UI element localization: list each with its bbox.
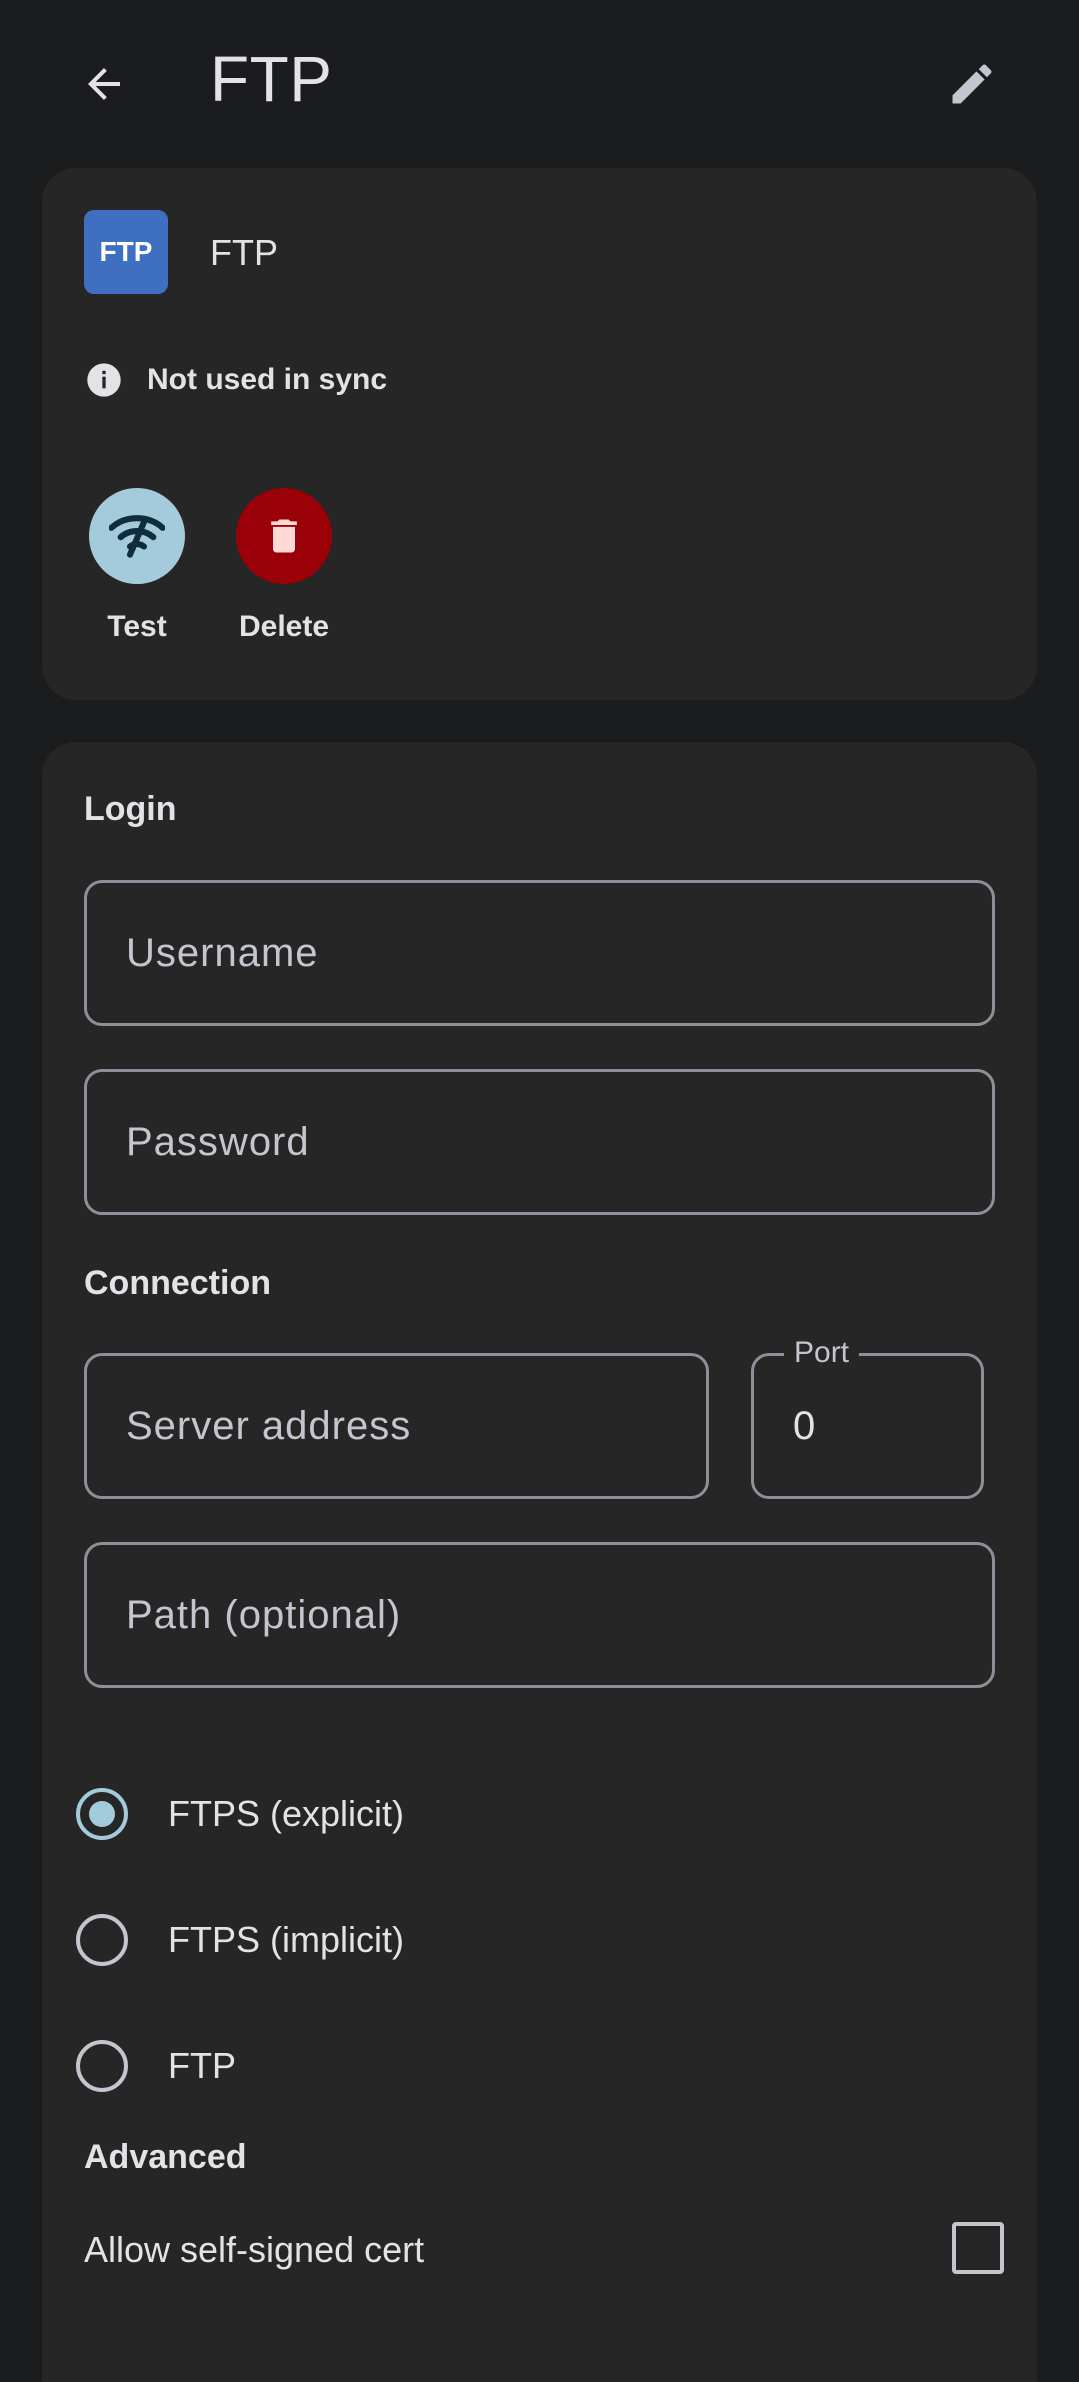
login-section-title: Login (84, 790, 177, 828)
protocol-label: FTPS (implicit) (168, 1919, 404, 1960)
back-button[interactable] (72, 52, 136, 116)
delete-button[interactable] (236, 488, 332, 584)
port-value: 0 (793, 1403, 816, 1448)
delete-label: Delete (238, 610, 330, 643)
password-placeholder: Password (126, 1119, 310, 1164)
radio-button[interactable] (76, 1914, 128, 1966)
radio-button[interactable] (76, 2040, 128, 2092)
wifi-off-icon (109, 515, 165, 558)
path-field[interactable]: Path (optional) (84, 1542, 995, 1688)
delete-action[interactable]: Delete (224, 488, 344, 644)
test-button[interactable] (89, 488, 185, 584)
protocol-option-ftps-implicit[interactable]: FTPS (implicit) (76, 1900, 994, 1980)
protocol-label: FTP (168, 2045, 236, 2086)
settings-card: Login Username Password Connection Serve… (42, 742, 1037, 2382)
account-name: FTP (210, 232, 278, 273)
top-app-bar: FTP (0, 0, 1079, 168)
account-card: FTP FTP Not used in sync Test Delete (42, 168, 1037, 700)
self-signed-cert-checkbox[interactable] (952, 2222, 1004, 2274)
self-signed-cert-label: Allow self-signed cert (84, 2229, 425, 2270)
sync-status-text: Not used in sync (147, 363, 388, 396)
server-address-field[interactable]: Server address (84, 1353, 709, 1499)
username-placeholder: Username (126, 930, 319, 975)
port-field[interactable]: Port 0 (751, 1336, 984, 1499)
edit-pencil-icon (952, 64, 992, 104)
username-field[interactable]: Username (84, 880, 995, 1026)
connection-section-title: Connection (84, 1264, 271, 1302)
self-signed-cert-row[interactable]: Allow self-signed cert (84, 2210, 1004, 2290)
arrow-back-icon (88, 68, 120, 100)
path-placeholder: Path (optional) (126, 1592, 402, 1637)
test-label: Test (107, 610, 167, 643)
advanced-section-title: Advanced (84, 2138, 247, 2176)
protocol-option-ftp[interactable]: FTP (76, 2026, 994, 2106)
info-icon (87, 363, 121, 397)
ftp-logo: FTP (84, 210, 168, 294)
edit-button[interactable] (940, 52, 1004, 116)
server-address-placeholder: Server address (126, 1403, 412, 1448)
password-field[interactable]: Password (84, 1069, 995, 1215)
protocol-label: FTPS (explicit) (168, 1793, 405, 1834)
protocol-option-ftps-explicit[interactable]: FTPS (explicit) (76, 1774, 994, 1854)
test-action[interactable]: Test (77, 488, 197, 644)
radio-button-selected[interactable] (76, 1788, 128, 1840)
trash-icon (271, 519, 297, 553)
page-title: FTP (210, 43, 333, 115)
